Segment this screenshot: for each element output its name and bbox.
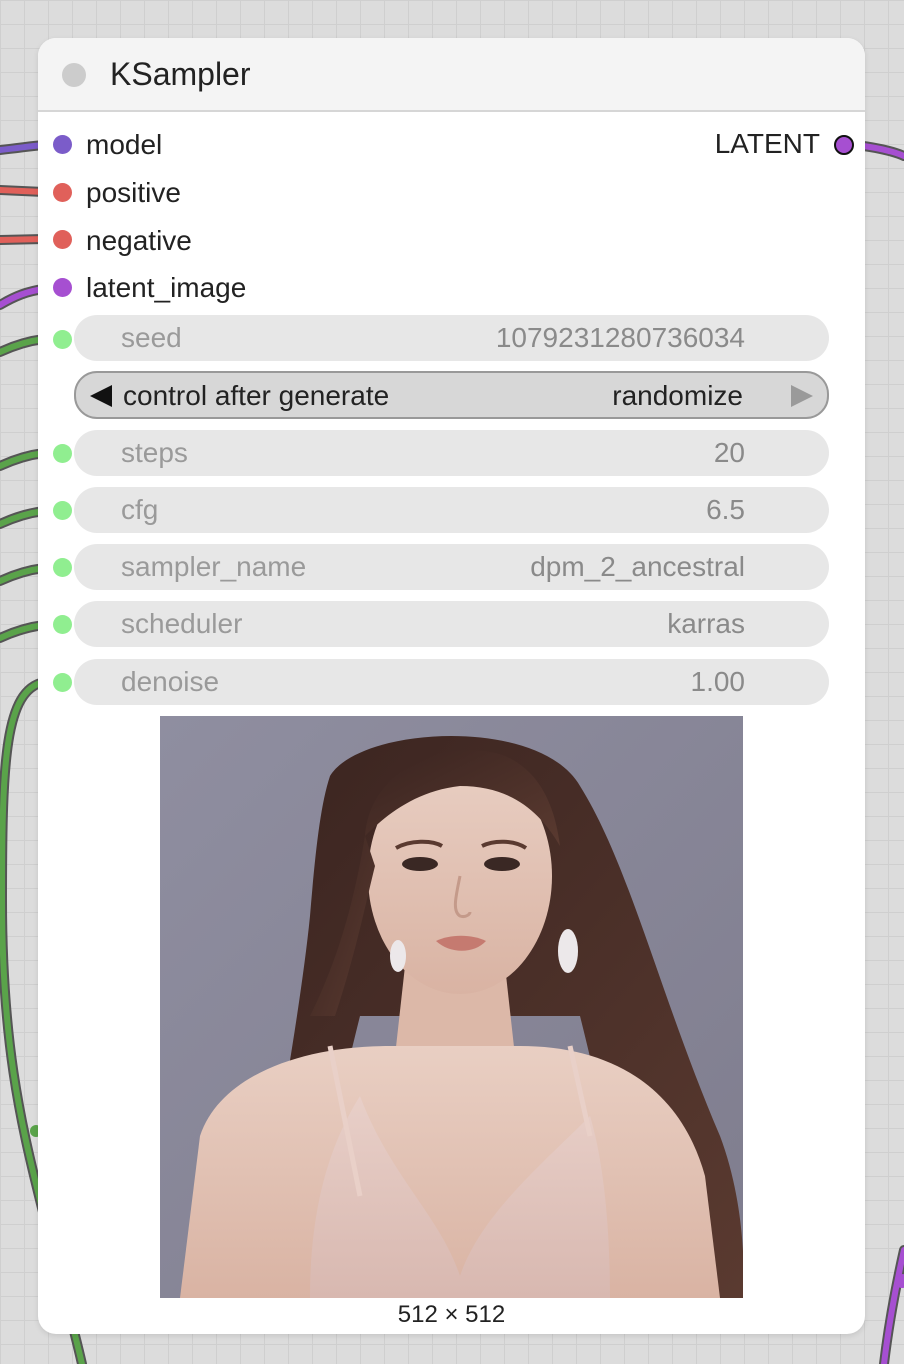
steps-widget[interactable]: steps 20 (74, 430, 829, 476)
seed-widget[interactable]: seed 1079231280736034 (74, 315, 829, 361)
steps-label: steps (121, 437, 188, 468)
steps-value[interactable]: 20 (714, 436, 745, 470)
scheduler-value[interactable]: karras (667, 607, 745, 641)
ksampler-node[interactable]: KSampler model positive negative latent_… (38, 38, 865, 1334)
sampler-name-widget-slot-icon[interactable] (53, 558, 72, 577)
sampler-name-value[interactable]: dpm_2_ancestral (530, 550, 745, 584)
seed-value[interactable]: 1079231280736034 (496, 321, 745, 355)
denoise-value[interactable]: 1.00 (691, 665, 746, 699)
portrait-illustration (160, 716, 743, 1298)
preview-size-caption: 512 × 512 (397, 1301, 506, 1328)
model-input-label: model (86, 129, 163, 160)
denoise-label: denoise (121, 666, 220, 697)
node-title: KSampler (110, 56, 251, 92)
latent-image-input-label: latent_image (86, 272, 247, 303)
latent-image-input-slot-icon[interactable] (53, 278, 72, 297)
cfg-value[interactable]: 6.5 (706, 493, 745, 527)
seed-label: seed (121, 322, 182, 353)
scheduler-widget-slot-icon[interactable] (53, 615, 72, 634)
node-header[interactable]: KSampler (38, 38, 865, 112)
sampler-name-label: sampler_name (121, 551, 307, 582)
negative-input-slot-icon[interactable] (53, 230, 72, 249)
control-after-generate-value[interactable]: randomize (612, 379, 743, 413)
negative-input-label: negative (86, 225, 192, 256)
collapse-toggle-icon[interactable] (62, 63, 86, 87)
scheduler-widget[interactable]: scheduler karras (74, 601, 829, 647)
latent-output-slot-icon[interactable] (834, 135, 854, 155)
positive-input-label: positive (86, 177, 181, 208)
increment-arrow-icon[interactable] (791, 385, 813, 407)
cfg-widget-slot-icon[interactable] (53, 501, 72, 520)
positive-input-slot-icon[interactable] (53, 183, 72, 202)
cfg-label: cfg (121, 494, 159, 525)
cfg-widget[interactable]: cfg 6.5 (74, 487, 829, 533)
control-after-generate-label: control after generate (123, 380, 390, 411)
control-after-generate-widget[interactable]: control after generate randomize (74, 371, 829, 419)
scheduler-label: scheduler (121, 608, 243, 639)
denoise-widget-slot-icon[interactable] (53, 673, 72, 692)
model-input-slot-icon[interactable] (53, 135, 72, 154)
decrement-arrow-icon[interactable] (90, 385, 112, 407)
sampler-name-widget[interactable]: sampler_name dpm_2_ancestral (74, 544, 829, 590)
latent-output-label: LATENT (714, 128, 820, 159)
denoise-widget[interactable]: denoise 1.00 (74, 659, 829, 705)
steps-widget-slot-icon[interactable] (53, 444, 72, 463)
preview-image[interactable] (160, 716, 743, 1298)
seed-widget-slot-icon[interactable] (53, 330, 72, 349)
